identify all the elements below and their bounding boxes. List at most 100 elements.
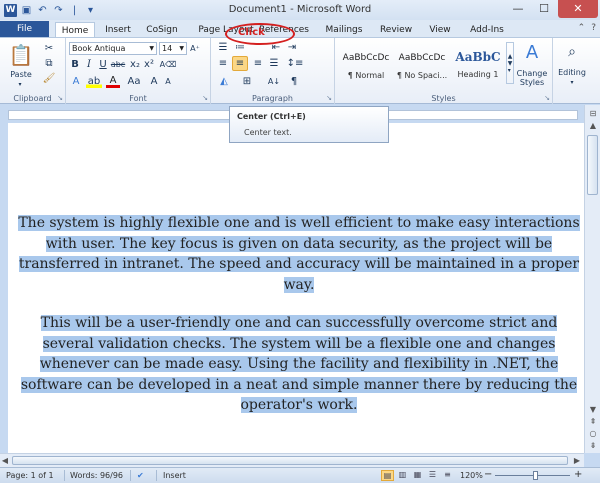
style-name: ¶ Normal (347, 71, 385, 80)
tab-home[interactable]: Home (55, 22, 95, 38)
align-right-icon[interactable]: ≡ (251, 57, 265, 70)
outline-icon[interactable]: ☰ (426, 470, 439, 481)
horizontal-scrollbar[interactable]: ◀ ▶ (0, 453, 584, 467)
web-layout-icon[interactable]: ▦ (411, 470, 424, 481)
decrease-indent-icon[interactable]: ⇤ (269, 41, 283, 54)
tab-file[interactable]: File (0, 21, 49, 38)
format-painter-icon[interactable]: 🖌 (42, 72, 56, 85)
editing-label[interactable]: Editing (553, 66, 591, 78)
style-sample: AaBbCcDc (342, 53, 390, 63)
italic-icon[interactable]: I (83, 58, 95, 71)
center-button[interactable]: ≡ (232, 56, 248, 71)
numbering-icon[interactable]: ≔ (233, 41, 247, 54)
zoom-out-button[interactable]: − (484, 469, 492, 480)
font-launcher-icon[interactable]: ↘ (202, 94, 208, 102)
close-button[interactable]: ✕ (558, 0, 598, 18)
help-icon[interactable]: ? (591, 23, 596, 33)
draft-icon[interactable]: ≡ (441, 470, 454, 481)
clipboard-group-label: Clipboard (13, 94, 52, 103)
clipboard-launcher-icon[interactable]: ↘ (57, 94, 63, 102)
font-name-combo[interactable]: Book Antiqua ▼ (69, 42, 157, 55)
document-page[interactable]: The system is highly flexible one and is… (8, 123, 584, 453)
justify-icon[interactable]: ☰ (267, 57, 281, 70)
paste-dropdown-icon[interactable]: ▾ (14, 80, 26, 88)
styles-launcher-icon[interactable]: ↘ (544, 94, 550, 102)
line-spacing-icon[interactable]: ↕≡ (287, 57, 304, 70)
document-paragraph[interactable]: This will be a user-friendly one and can… (16, 313, 582, 416)
chevron-down-icon[interactable]: ▾ (567, 78, 577, 86)
highlight-icon[interactable]: ab (86, 75, 102, 88)
change-styles-label[interactable]: Change Styles (515, 68, 549, 88)
cut-icon[interactable]: ✂ (42, 42, 56, 55)
style-heading-1[interactable]: AaBbC Heading 1 (450, 43, 506, 87)
styles-group-label: Styles (431, 94, 456, 103)
clear-formatting-icon[interactable]: A⌫ (160, 58, 177, 71)
increase-indent-icon[interactable]: ⇥ (285, 41, 299, 54)
horizontal-scroll-thumb[interactable] (12, 456, 568, 465)
tab-review[interactable]: Review (378, 22, 414, 38)
strikethrough-icon[interactable]: abc (111, 58, 125, 71)
bold-icon[interactable]: B (69, 58, 81, 71)
insert-mode[interactable]: Insert (163, 471, 186, 480)
editing-group: ⌕ Editing ▾ (553, 38, 593, 104)
font-color-icon[interactable]: A (106, 75, 120, 88)
print-layout-icon[interactable]: ▤ (381, 470, 394, 481)
copy-icon[interactable]: ⧉ (42, 57, 56, 70)
tab-mailings[interactable]: Mailings (322, 22, 366, 38)
tab-references[interactable]: References (258, 22, 310, 38)
paragraph-group: ☰ ≔ ⇤ ⇥ ≡ ≡ ≡ ☰ ↕≡ ◭ ⊞ A↓ ¶ Paragraph ↘ (211, 38, 335, 104)
scroll-left-icon[interactable]: ◀ (0, 456, 10, 465)
zoom-slider-thumb[interactable] (533, 471, 538, 480)
styles-scroll[interactable]: ▲ ▼ ▾ (506, 42, 514, 84)
zoom-in-button[interactable]: + (574, 469, 582, 480)
paragraph-launcher-icon[interactable]: ↘ (326, 94, 332, 102)
style-no-spacing[interactable]: AaBbCcDc ¶ No Spaci... (394, 43, 450, 87)
font-size-combo[interactable]: 14 ▼ (159, 42, 187, 55)
tab-cosign[interactable]: CoSign (143, 22, 181, 38)
word-count[interactable]: Words: 96/96 (70, 471, 123, 480)
scroll-up-icon[interactable]: ▲ (585, 121, 600, 130)
view-ruler-icon[interactable]: ⊟ (585, 109, 600, 118)
change-case-icon[interactable]: Aa (126, 75, 142, 88)
borders-icon[interactable]: ⊞ (239, 75, 255, 88)
previous-page-icon[interactable]: ⇞ (585, 417, 600, 426)
minimize-button[interactable]: — (506, 0, 530, 18)
shading-icon[interactable]: ◭ (216, 75, 232, 88)
document-paragraph[interactable]: The system is highly flexible one and is… (16, 213, 582, 295)
maximize-button[interactable]: ☐ (532, 0, 556, 18)
superscript-icon[interactable]: x² (143, 58, 155, 71)
grow-font-icon[interactable]: A⁺ (190, 42, 200, 55)
change-styles-icon[interactable]: A (519, 41, 545, 63)
shrink-font-size-icon[interactable]: A (162, 75, 174, 88)
vertical-scrollbar[interactable]: ⊟ ▲ ▼ ⇞ ○ ⇟ (584, 105, 600, 453)
paste-button-label[interactable]: Paste (6, 69, 36, 79)
bullets-icon[interactable]: ☰ (216, 41, 230, 54)
grow-font-size-icon[interactable]: A (148, 75, 160, 88)
chevron-down-icon: ▼ (179, 45, 184, 52)
zoom-level[interactable]: 120% (460, 471, 483, 480)
click-annotation-label: Click (238, 27, 265, 38)
underline-icon[interactable]: U (97, 58, 109, 71)
scroll-down-icon[interactable]: ▼ (585, 405, 600, 414)
select-browse-object-icon[interactable]: ○ (585, 429, 600, 438)
subscript-icon[interactable]: x₂ (129, 58, 141, 71)
full-screen-reading-icon[interactable]: ▥ (396, 470, 409, 481)
sort-icon[interactable]: A↓ (267, 75, 281, 88)
next-page-icon[interactable]: ⇟ (585, 441, 600, 450)
align-left-icon[interactable]: ≡ (216, 57, 230, 70)
tab-insert[interactable]: Insert (101, 22, 135, 38)
tab-view[interactable]: View (425, 22, 455, 38)
style-normal[interactable]: AaBbCcDc ¶ Normal (338, 43, 394, 87)
style-name: Heading 1 (457, 70, 499, 79)
binoculars-icon[interactable]: ⌕ (561, 42, 583, 62)
paste-icon[interactable]: 📋 (8, 42, 34, 68)
status-divider (64, 470, 65, 481)
minimize-ribbon-icon[interactable]: ⌃ (578, 23, 586, 33)
scroll-right-icon[interactable]: ▶ (572, 456, 582, 465)
show-marks-icon[interactable]: ¶ (287, 75, 301, 88)
tab-add-ins[interactable]: Add-Ins (467, 22, 507, 38)
text-effects-icon[interactable]: A (69, 75, 83, 88)
page-count[interactable]: Page: 1 of 1 (6, 471, 54, 480)
vertical-scroll-thumb[interactable] (587, 135, 598, 195)
proofing-icon[interactable]: ✔ (137, 471, 144, 480)
